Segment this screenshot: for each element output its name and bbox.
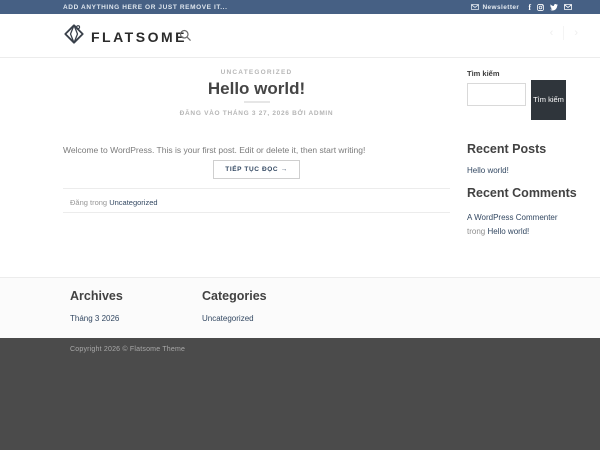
- post-divider-bottom: [63, 212, 450, 213]
- chevron-left-icon[interactable]: ‹: [550, 27, 554, 39]
- recent-comment-item: A WordPress Commenter trong Hello world!: [467, 211, 575, 239]
- newsletter-label: Newsletter: [482, 4, 519, 11]
- twitter-icon[interactable]: [550, 4, 558, 11]
- archives-link[interactable]: Tháng 3 2026: [70, 314, 119, 323]
- recent-posts-title: Recent Posts: [467, 142, 546, 156]
- topbar-right: Newsletter f: [471, 3, 572, 12]
- page: ADD ANYTHING HERE OR JUST REMOVE IT... N…: [0, 0, 600, 450]
- comment-connector: trong: [467, 227, 485, 236]
- post-meta: ĐĂNG VÀO THÁNG 3 27, 2026 BỞI ADMIN: [63, 110, 450, 117]
- read-more-button[interactable]: TIẾP TỤC ĐỌC →: [213, 160, 299, 179]
- posted-in: Đăng trong Uncategorized: [70, 198, 450, 207]
- social-links: f: [528, 3, 572, 12]
- footer-widgets: Archives Tháng 3 2026 Categories Uncateg…: [0, 277, 600, 338]
- facebook-icon[interactable]: f: [528, 3, 531, 12]
- newsletter-link[interactable]: Newsletter: [471, 4, 519, 11]
- comment-post-link[interactable]: Hello world!: [487, 227, 529, 236]
- sidebar-search-button[interactable]: Tìm kiếm: [531, 80, 566, 120]
- sidebar-search-input[interactable]: [467, 83, 526, 106]
- site-logo[interactable]: FLATSOME: [63, 23, 187, 50]
- recent-comments-title: Recent Comments: [467, 186, 577, 200]
- topbar-message: ADD ANYTHING HERE OR JUST REMOVE IT...: [63, 4, 228, 11]
- newsletter-envelope-icon: [471, 4, 479, 10]
- footer-dark: Copyright 2026 © Flatsome Theme: [0, 338, 600, 450]
- posted-in-category-link[interactable]: Uncategorized: [109, 198, 157, 207]
- instagram-icon[interactable]: [537, 4, 544, 11]
- recent-post-link[interactable]: Hello world!: [467, 166, 509, 175]
- header-divider: [563, 26, 564, 40]
- header-nav-arrows: ‹ ›: [550, 26, 578, 40]
- title-divider: [244, 101, 270, 103]
- categories-title: Categories: [202, 289, 267, 303]
- flatsome-diamond-logo-icon: [63, 23, 85, 50]
- site-header: FLATSOME ‹ ›: [0, 14, 600, 58]
- copyright-text: Copyright 2026 © Flatsome Theme: [70, 346, 185, 353]
- post-divider-top: [63, 188, 450, 189]
- topbar: ADD ANYTHING HERE OR JUST REMOVE IT... N…: [0, 0, 600, 14]
- posted-in-label: Đăng trong: [70, 198, 107, 207]
- post-excerpt: Welcome to WordPress. This is your first…: [63, 144, 450, 156]
- search-icon[interactable]: [179, 29, 192, 47]
- read-more-wrap: TIẾP TỤC ĐỌC →: [63, 158, 450, 179]
- comment-author-link[interactable]: A WordPress Commenter: [467, 213, 558, 222]
- email-icon[interactable]: [564, 4, 572, 10]
- post-title[interactable]: Hello world!: [63, 79, 450, 99]
- site-title: FLATSOME: [91, 29, 187, 45]
- categories-link[interactable]: Uncategorized: [202, 314, 254, 323]
- archives-title: Archives: [70, 289, 123, 303]
- post-category-label[interactable]: UNCATEGORIZED: [63, 69, 450, 76]
- chevron-right-icon[interactable]: ›: [574, 27, 578, 39]
- sidebar-search-label: Tìm kiếm: [467, 69, 500, 78]
